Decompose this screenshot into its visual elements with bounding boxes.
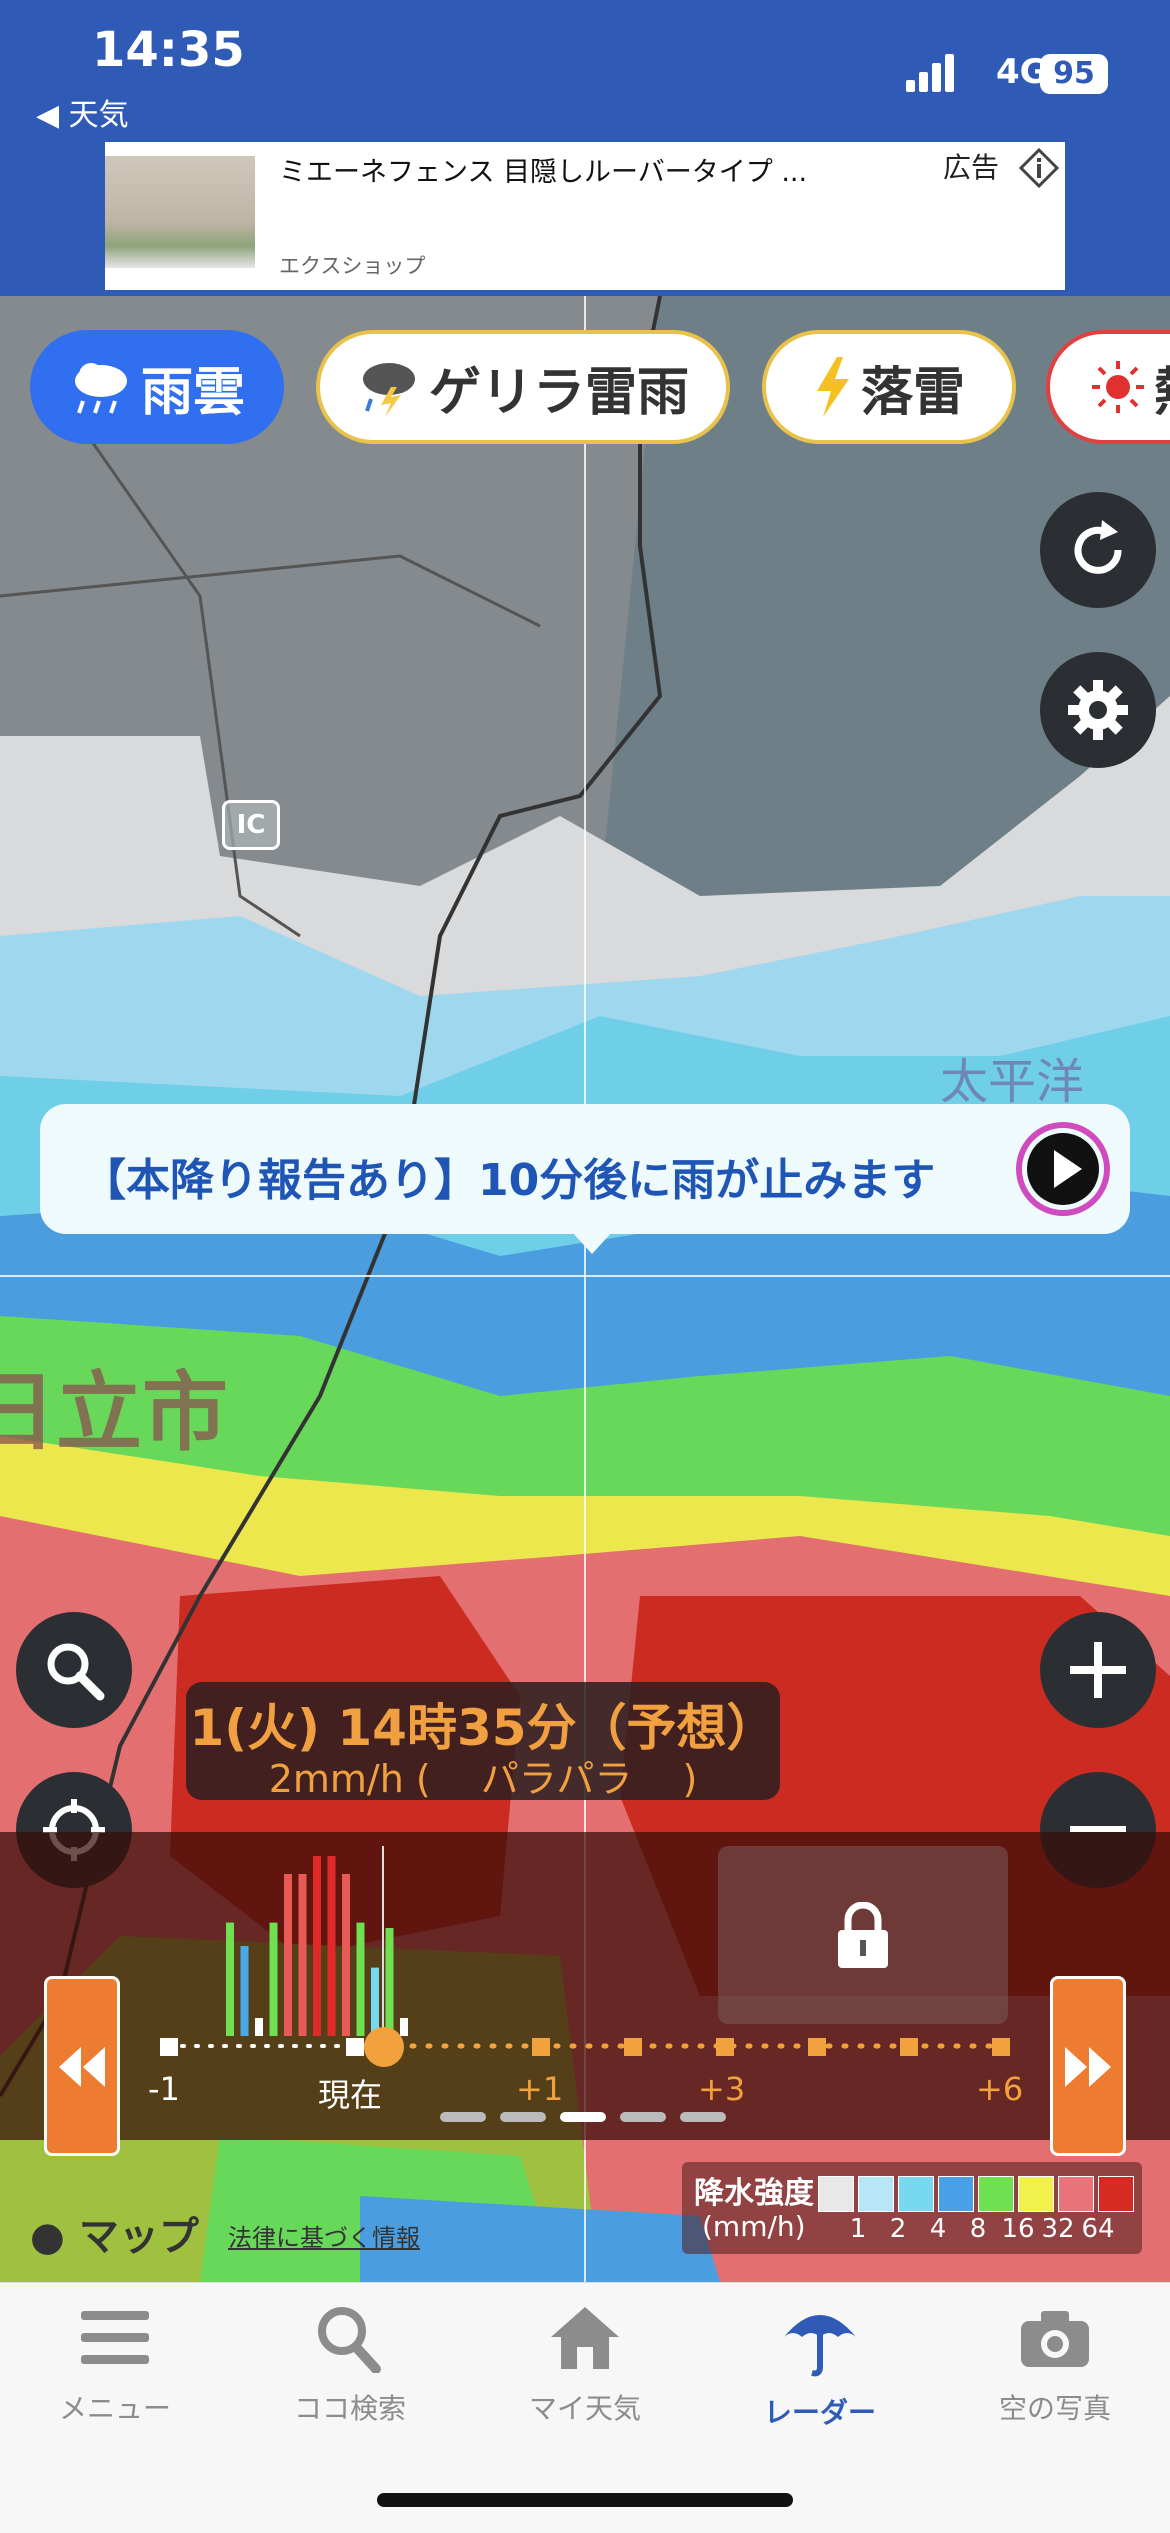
- tab-sky-photos[interactable]: 空の写真: [945, 2303, 1165, 2427]
- lock-icon: [838, 1902, 888, 1968]
- ad-info-icon[interactable]: [1019, 148, 1059, 188]
- ad-image: [105, 156, 255, 268]
- legend-value: 2: [889, 2214, 907, 2244]
- play-icon[interactable]: [1016, 1122, 1110, 1216]
- tab-guerrilla-storm[interactable]: ゲリラ雷雨: [316, 330, 730, 444]
- page-indicator: [440, 2112, 726, 2122]
- rain-notice-text: 【本降り報告あり】10分後に雨が止みます: [82, 1155, 936, 1206]
- zoom-in-button[interactable]: [1040, 1612, 1156, 1728]
- precipitation-legend: 降水強度 (mm/h) 1 2 4 8 16 32 64: [682, 2162, 1142, 2254]
- plus-icon: [1070, 1642, 1126, 1698]
- tab-rain-cloud[interactable]: 雨雲: [30, 330, 284, 444]
- legend-swatch: [1058, 2176, 1094, 2212]
- search-icon: [318, 2307, 381, 2374]
- signal-icon: [906, 54, 956, 92]
- search-icon: [47, 1643, 105, 1701]
- forecast-time-box: 1(火) 14時35分（予想） 2mm/h ( パラパラ ): [186, 1682, 780, 1801]
- apple-maps-logo: ● マップ: [30, 2204, 199, 2262]
- umbrella-icon: [784, 2315, 856, 2377]
- locked-forecast-panel[interactable]: [718, 1846, 1008, 2024]
- settings-button[interactable]: [1040, 652, 1156, 768]
- ad-shop-name: エクスショップ: [279, 254, 426, 278]
- home-indicator[interactable]: [377, 2493, 793, 2507]
- camera-icon: [1021, 2311, 1089, 2367]
- legend-swatch: [1018, 2176, 1054, 2212]
- legend-value: 4: [929, 2214, 947, 2244]
- tab-label: 空の写真: [998, 2392, 1111, 2425]
- tab-lightning[interactable]: 落雷: [762, 330, 1016, 444]
- ic-marker: IC: [222, 800, 280, 850]
- home-icon: [551, 2307, 619, 2369]
- battery-icon: 95: [1040, 54, 1108, 94]
- gear-icon: [1068, 680, 1128, 740]
- status-time: 14:35: [92, 22, 245, 78]
- rewind-icon: [59, 2047, 105, 2087]
- city-label: 日立市: [0, 1363, 228, 1463]
- refresh-icon: [1074, 520, 1122, 574]
- tab-label: 熱: [1154, 350, 1170, 425]
- tab-local-search[interactable]: ココ検索: [240, 2303, 460, 2427]
- tab-label: 落雷: [860, 362, 965, 423]
- ocean-label: 太平洋: [940, 1054, 1085, 1110]
- tab-label: 雨雲: [140, 362, 245, 423]
- timeline-slider[interactable]: [120, 2012, 1060, 2072]
- legend-value: 16: [1001, 2214, 1035, 2244]
- apple-maps-text: マップ: [78, 2214, 199, 2260]
- timeline-panel: -1 現在 +1 +3 +6: [0, 1832, 1170, 2140]
- apple-logo-icon: ●: [30, 2214, 65, 2260]
- status-bar: 14:35 ◀ 天気 4G 95 ミエーネフェンス 目隠しルーバータイプ ...…: [0, 0, 1170, 296]
- rain-notice-bubble[interactable]: 【本降り報告あり】10分後に雨が止みます: [40, 1104, 1130, 1254]
- legend-swatch: [1098, 2176, 1134, 2212]
- timeline-label: 現在: [318, 2076, 383, 2114]
- legend-swatch: [978, 2176, 1014, 2212]
- timeline-label: -1: [148, 2070, 180, 2108]
- legend-swatch: [938, 2176, 974, 2212]
- timeline-label: +1: [516, 2070, 564, 2108]
- tab-heat[interactable]: 熱: [1046, 330, 1170, 444]
- rain-rate: 2mm/h ( パラパラ ): [268, 1757, 698, 1801]
- legend-unit: (mm/h): [702, 2210, 806, 2243]
- tab-my-weather[interactable]: マイ天気: [475, 2303, 695, 2427]
- tab-label: ココ検索: [293, 2392, 406, 2425]
- rain-bar: [327, 1856, 336, 2036]
- legend-swatch: [858, 2176, 894, 2212]
- refresh-button[interactable]: [1040, 492, 1156, 608]
- tab-radar[interactable]: レーダー: [710, 2303, 930, 2431]
- bubble-pointer: [572, 1232, 612, 1254]
- tab-label: マイ天気: [528, 2392, 641, 2425]
- legend-value: 64: [1081, 2214, 1115, 2244]
- menu-icon: [81, 2311, 149, 2364]
- timeline-label: +6: [976, 2070, 1024, 2108]
- ad-label: 広告: [943, 151, 1000, 184]
- legend-swatch: [898, 2176, 934, 2212]
- legal-info-link[interactable]: 法律に基づく情報: [228, 2218, 420, 2253]
- search-map-button[interactable]: [16, 1612, 132, 1728]
- fast-forward-icon: [1065, 2047, 1111, 2087]
- legend-swatch: [818, 2176, 854, 2212]
- lightning-icon: [816, 357, 849, 417]
- rain-bar-chart: [226, 1856, 408, 2036]
- timeline-label: +3: [698, 2070, 746, 2108]
- legend-value: 32: [1041, 2214, 1075, 2244]
- tab-label: ゲリラ雷雨: [428, 362, 689, 423]
- tab-menu[interactable]: メニュー: [5, 2303, 225, 2427]
- tab-label: レーダー: [763, 2396, 876, 2429]
- legend-value: 1: [849, 2214, 867, 2244]
- thunder-cloud-icon: [362, 363, 415, 417]
- ad-banner[interactable]: ミエーネフェンス 目隠しルーバータイプ ... エクスショップ 広告: [105, 142, 1065, 290]
- rain-cloud-icon: [74, 363, 127, 414]
- legend-title: 降水強度: [694, 2176, 814, 2211]
- bottom-tab-bar: メニュー ココ検索 マイ天気 レーダー 空の写真: [0, 2282, 1170, 2533]
- tab-label: メニュー: [58, 2392, 171, 2425]
- current-time-marker: [382, 1846, 384, 2036]
- ad-title: ミエーネフェンス 目隠しルーバータイプ ...: [279, 157, 808, 188]
- rain-bar: [313, 1856, 321, 2036]
- legend-value: 8: [969, 2214, 987, 2244]
- sun-icon: [1092, 361, 1144, 413]
- back-to-weather-link[interactable]: ◀ 天気: [36, 90, 129, 134]
- fast-forward-button[interactable]: [1050, 1976, 1126, 2156]
- rewind-button[interactable]: [44, 1976, 120, 2156]
